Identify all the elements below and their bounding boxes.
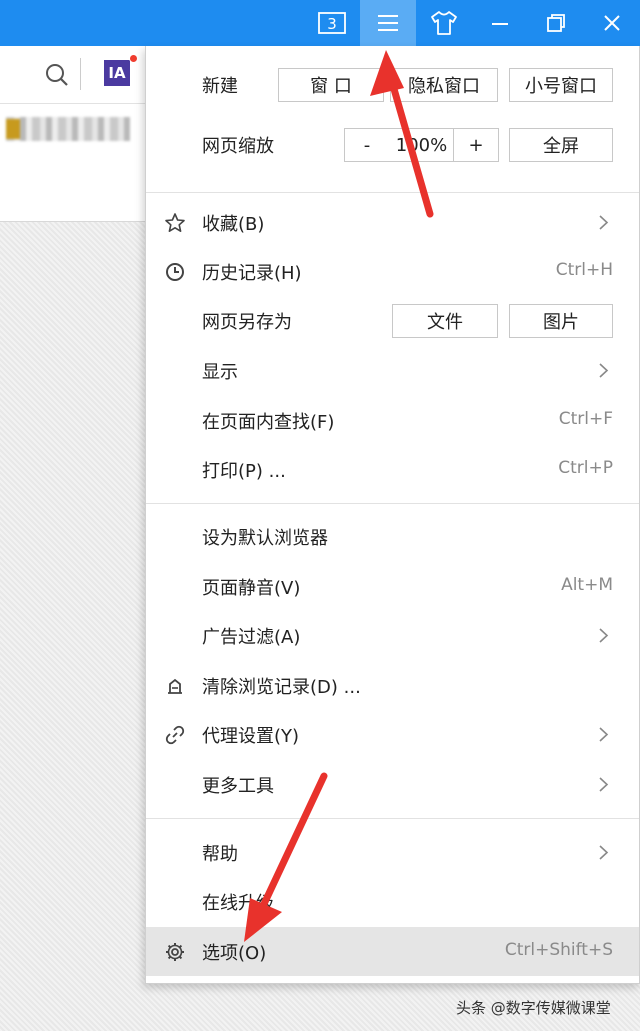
menu-item-label: 显示 xyxy=(202,362,238,383)
menu-item-label: 页面静音(V) xyxy=(202,578,301,599)
close-icon xyxy=(604,15,620,31)
menu-item-options[interactable]: 选项(O) Ctrl+Shift+S xyxy=(146,927,639,976)
menu-item-default-browser[interactable]: 设为默认浏览器 xyxy=(146,512,639,561)
menu-item-history[interactable]: 历史记录(H) Ctrl+H xyxy=(146,247,639,296)
menu-divider xyxy=(146,192,639,193)
hamburger-icon xyxy=(378,15,398,31)
zoom-out-button[interactable]: - xyxy=(344,128,390,162)
tab-count: 3 xyxy=(327,15,337,33)
clock-icon xyxy=(166,263,184,281)
menu-item-label: 选项(O) xyxy=(202,943,267,964)
menu-item-label: 历史记录(H) xyxy=(202,263,302,284)
shortcut-text: Ctrl+H xyxy=(555,260,613,280)
tab-counter-icon: 3 xyxy=(318,12,346,34)
menu-item-label: 帮助 xyxy=(202,844,238,865)
shortcut-text: Ctrl+F xyxy=(558,409,613,429)
menu-item-label: 广告过滤(A) xyxy=(202,627,301,648)
minimize-button[interactable] xyxy=(472,0,528,46)
star-icon xyxy=(165,213,185,232)
menu-item-label: 在线升级 xyxy=(202,893,274,914)
save-as-image-button[interactable]: 图片 xyxy=(509,304,613,338)
private-window-button[interactable]: 隐私窗口 xyxy=(390,68,498,102)
shortcut-text: Ctrl+P xyxy=(558,458,613,478)
chevron-right-icon xyxy=(599,845,609,860)
notification-dot xyxy=(129,54,138,63)
zoom-label: 网页缩放 xyxy=(202,136,274,157)
gear-icon xyxy=(166,943,184,961)
restore-icon xyxy=(547,14,565,32)
menu-item-find[interactable]: 在页面内查找(F) Ctrl+F xyxy=(146,396,639,445)
fullscreen-button[interactable]: 全屏 xyxy=(509,128,613,162)
menu-item-mute[interactable]: 页面静音(V) Alt+M xyxy=(146,562,639,611)
chevron-right-icon xyxy=(599,777,609,792)
menu-item-ad-filter[interactable]: 广告过滤(A) xyxy=(146,611,639,660)
link-icon xyxy=(165,725,185,745)
menu-item-label: 清除浏览记录(D) ... xyxy=(202,677,361,698)
chevron-right-icon xyxy=(599,727,609,742)
menu-item-help[interactable]: 帮助 xyxy=(146,828,639,877)
toolbar-separator xyxy=(80,58,81,90)
watermark: 头条 @数字传媒微课堂 xyxy=(456,999,611,1017)
chevron-right-icon xyxy=(599,628,609,643)
blurred-bookmark[interactable] xyxy=(6,117,130,141)
tab-counter-button[interactable]: 3 xyxy=(304,0,360,46)
title-bar: 3 xyxy=(0,0,640,46)
zoom-value: 100% xyxy=(389,128,454,162)
toolbar-extension-area xyxy=(0,156,148,222)
main-menu: 新建 窗 口 隐私窗口 小号窗口 网页缩放 - 100% + 全屏 收藏(B) … xyxy=(145,46,640,984)
menu-item-clear-history[interactable]: 清除浏览记录(D) ... xyxy=(146,661,639,710)
menu-item-print[interactable]: 打印(P) ... Ctrl+P xyxy=(146,445,639,494)
close-button[interactable] xyxy=(584,0,640,46)
skin-button[interactable] xyxy=(416,0,472,46)
small-window-button[interactable]: 小号窗口 xyxy=(509,68,613,102)
menu-button[interactable] xyxy=(360,0,416,46)
new-window-button[interactable]: 窗 口 xyxy=(278,68,384,102)
eraser-icon xyxy=(168,678,182,694)
menu-item-label: 网页另存为 xyxy=(202,312,292,333)
restore-button[interactable] xyxy=(528,0,584,46)
shortcut-text: Ctrl+Shift+S xyxy=(504,940,613,960)
search-icon[interactable] xyxy=(44,62,70,88)
menu-item-online-upgrade[interactable]: 在线升级 xyxy=(146,877,639,926)
menu-item-label: 代理设置(Y) xyxy=(202,726,300,747)
shortcut-text: Alt+M xyxy=(561,575,613,595)
menu-item-label: 设为默认浏览器 xyxy=(202,528,328,549)
menu-item-label: 打印(P) ... xyxy=(202,461,286,482)
new-label: 新建 xyxy=(202,76,238,97)
tshirt-icon xyxy=(431,11,457,35)
menu-item-favorites[interactable]: 收藏(B) xyxy=(146,198,639,247)
menu-item-label: 更多工具 xyxy=(202,776,274,797)
bookmark-favicon-icon xyxy=(6,119,20,139)
extension-ia-icon[interactable]: IA xyxy=(104,60,130,86)
chevron-right-icon xyxy=(599,215,609,230)
menu-item-label: 收藏(B) xyxy=(202,214,265,235)
menu-item-more-tools[interactable]: 更多工具 xyxy=(146,760,639,809)
menu-item-display[interactable]: 显示 xyxy=(146,346,639,395)
save-as-file-button[interactable]: 文件 xyxy=(392,304,498,338)
menu-item-proxy[interactable]: 代理设置(Y) xyxy=(146,710,639,759)
minimize-icon xyxy=(492,23,508,25)
menu-divider xyxy=(146,818,639,819)
chevron-right-icon xyxy=(599,363,609,378)
menu-item-save-as: 网页另存为 文件 图片 xyxy=(146,296,639,345)
menu-item-label: 在页面内查找(F) xyxy=(202,412,335,433)
zoom-in-button[interactable]: + xyxy=(453,128,499,162)
menu-divider xyxy=(146,503,639,504)
